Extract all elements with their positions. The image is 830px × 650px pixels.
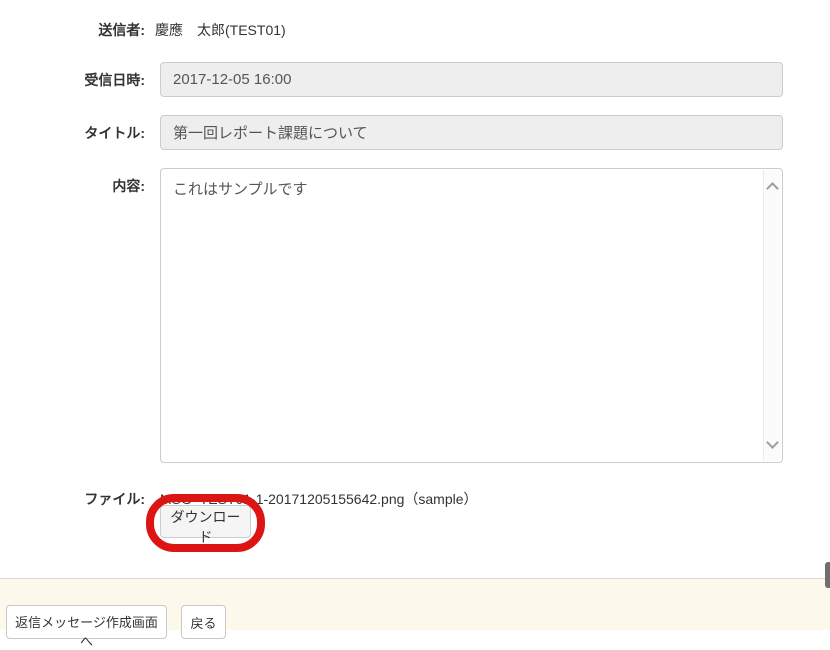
- body-field-wrapper: これはサンプルです: [160, 168, 783, 463]
- scroll-up-icon[interactable]: [766, 182, 779, 195]
- textarea-scrollbar[interactable]: [763, 170, 781, 461]
- file-label: ファイル:: [0, 491, 145, 507]
- sender-label: 送信者:: [0, 22, 145, 38]
- received-date-field: [160, 62, 783, 97]
- download-button[interactable]: ダウンロード: [160, 505, 251, 538]
- body-label: 内容:: [0, 178, 145, 194]
- reply-message-button[interactable]: 返信メッセージ作成画面へ: [6, 605, 167, 639]
- title-label: タイトル:: [0, 125, 145, 141]
- back-button[interactable]: 戻る: [181, 605, 226, 639]
- footer-toolbar: 返信メッセージ作成画面へ 戻る: [0, 578, 830, 630]
- received-date-label: 受信日時:: [0, 72, 145, 88]
- body-field[interactable]: これはサンプルです: [161, 169, 782, 462]
- sender-value: 慶應 太郎(TEST01): [155, 22, 286, 38]
- scroll-down-icon[interactable]: [766, 436, 779, 449]
- title-field: [160, 115, 783, 150]
- scrollbar-thumb[interactable]: [825, 562, 830, 588]
